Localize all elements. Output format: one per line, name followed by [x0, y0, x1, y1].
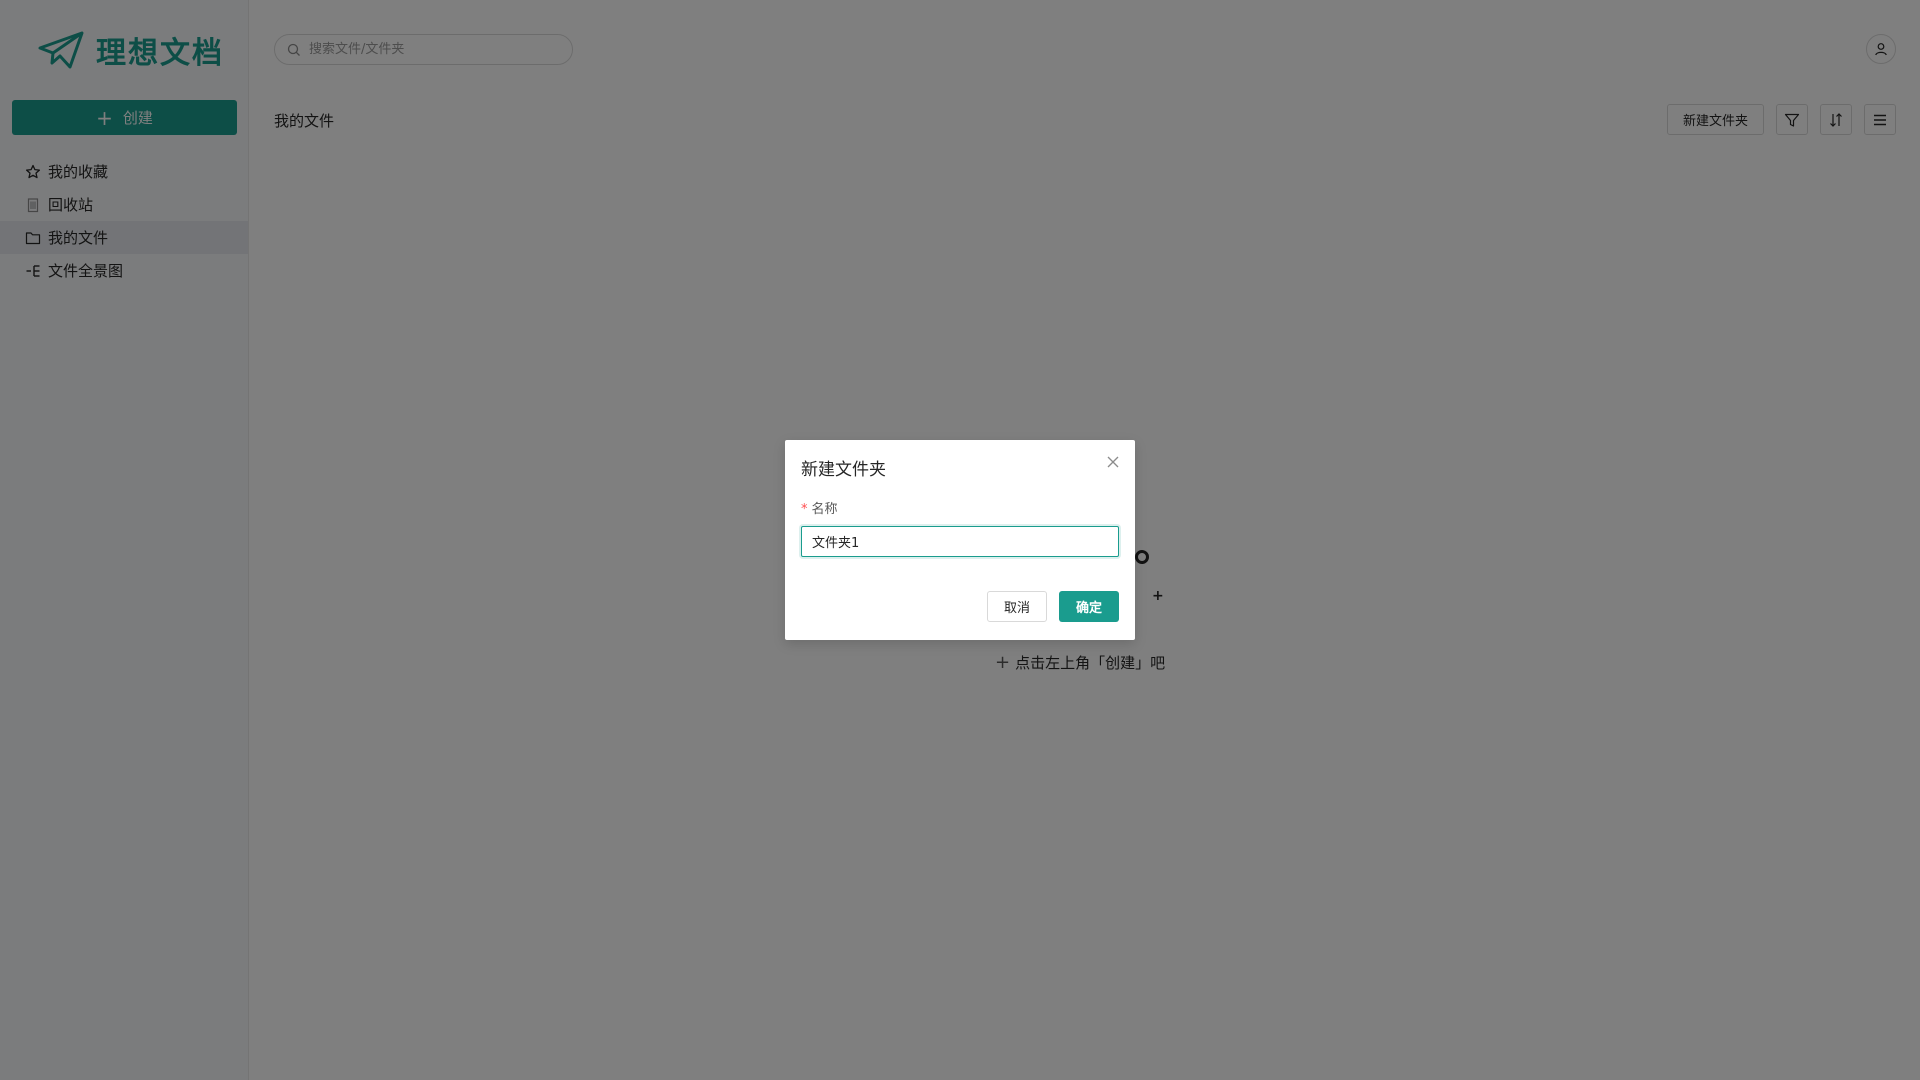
new-folder-dialog: 新建文件夹 *名称 取消 确定	[785, 440, 1135, 640]
dialog-title: 新建文件夹	[801, 460, 886, 480]
name-label-text: 名称	[811, 502, 838, 517]
name-field-label: * 名称	[801, 498, 838, 517]
confirm-button[interactable]: 确定	[1059, 591, 1119, 622]
app-window: 理想文档 + 创建 我的收藏 回收站	[0, 0, 1920, 1080]
close-icon[interactable]	[1105, 454, 1121, 470]
folder-name-input[interactable]	[801, 526, 1119, 557]
cancel-button[interactable]: 取消	[987, 591, 1047, 622]
required-mark: *	[801, 502, 808, 517]
